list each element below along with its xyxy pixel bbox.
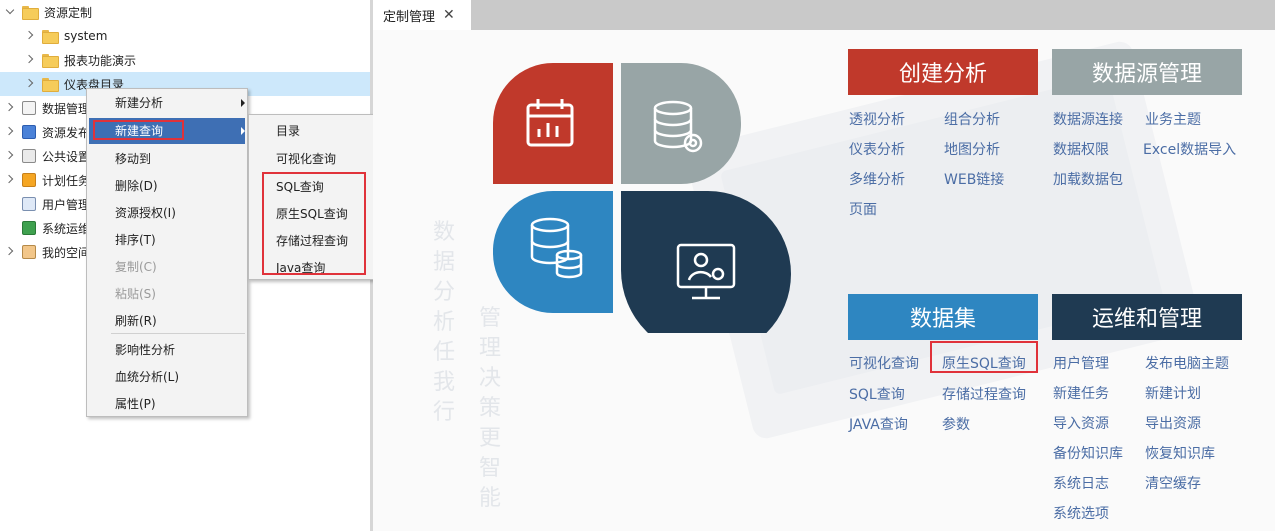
- ops-management-button[interactable]: 运维和管理: [1052, 294, 1242, 340]
- link-pivot-analysis[interactable]: 透视分析: [849, 109, 905, 129]
- petal-analysis: [493, 63, 613, 184]
- menu-item-delete[interactable]: 删除(D): [89, 173, 245, 199]
- link-parameters[interactable]: 参数: [942, 414, 970, 434]
- menu-item-sort[interactable]: 排序(T): [89, 227, 245, 253]
- link-import-resource[interactable]: 导入资源: [1053, 413, 1109, 433]
- settings-icon: [22, 149, 36, 163]
- link-data-permission[interactable]: 数据权限: [1053, 139, 1109, 159]
- link-dashboard-analysis[interactable]: 仪表分析: [849, 139, 905, 159]
- menu-item-paste: 粘贴(S): [115, 287, 156, 301]
- link-new-schedule[interactable]: 新建计划: [1145, 383, 1201, 403]
- menu-item-new-query[interactable]: 新建查询: [89, 118, 245, 144]
- menu-item-properties[interactable]: 属性(P): [89, 391, 245, 417]
- menu-item-refresh[interactable]: 刷新(R): [89, 308, 245, 334]
- link-new-task[interactable]: 新建任务: [1053, 383, 1109, 403]
- chevron-right-icon[interactable]: [24, 48, 36, 72]
- tree-item-label: 公共设置: [42, 149, 91, 164]
- link-page[interactable]: 页面: [849, 199, 877, 219]
- link-datasource-connection[interactable]: 数据源连接: [1053, 109, 1123, 129]
- close-icon[interactable]: ✕: [443, 7, 455, 23]
- menu-item-move-to[interactable]: 移动到: [89, 146, 245, 172]
- link-stored-procedure-query[interactable]: 存储过程查询: [942, 384, 1026, 404]
- chevron-right-icon[interactable]: [4, 168, 16, 192]
- watermark-slogan-1: 数据分析任我行: [432, 220, 455, 425]
- link-map-analysis[interactable]: 地图分析: [944, 139, 1000, 159]
- menu-item-new-analysis[interactable]: 新建分析: [89, 90, 245, 116]
- chevron-down-icon[interactable]: [4, 0, 16, 24]
- data-management-icon: [22, 101, 36, 115]
- schedule-icon: [22, 173, 36, 187]
- tree-item-label: 系统运维: [42, 221, 91, 236]
- tree-item-system[interactable]: system: [0, 24, 370, 48]
- folder-icon: [42, 77, 59, 92]
- link-native-sql-query[interactable]: 原生SQL查询: [942, 353, 1026, 373]
- link-user-management[interactable]: 用户管理: [1053, 353, 1109, 373]
- link-backup-repository[interactable]: 备份知识库: [1053, 443, 1123, 463]
- menu-item-impact-analysis[interactable]: 影响性分析: [89, 337, 245, 363]
- link-excel-import[interactable]: Excel数据导入: [1143, 139, 1236, 159]
- link-multidim-analysis[interactable]: 多维分析: [849, 169, 905, 189]
- system-ops-icon: [22, 221, 36, 235]
- tab-custom-management[interactable]: 定制管理 ✕: [373, 0, 471, 30]
- chevron-right-icon[interactable]: [24, 72, 36, 96]
- dataset-button[interactable]: 数据集: [848, 294, 1038, 340]
- link-visual-query[interactable]: 可视化查询: [849, 353, 919, 373]
- tree-item-label: 用户管理: [42, 197, 91, 212]
- link-load-data-package[interactable]: 加载数据包: [1053, 169, 1123, 189]
- tree-root[interactable]: 资源定制: [0, 0, 370, 24]
- menu-item-copy: 复制(C): [115, 260, 157, 274]
- tree-item-label: system: [64, 29, 108, 43]
- datasource-management-button[interactable]: 数据源管理: [1052, 49, 1242, 95]
- folder-icon: [42, 29, 59, 44]
- tree-item-label: 数据管理: [42, 101, 91, 116]
- link-restore-repository[interactable]: 恢复知识库: [1145, 443, 1215, 463]
- watermark-slogan-2: 管理决策更智能: [478, 306, 501, 511]
- tree-item-label: 我的空间: [42, 245, 91, 260]
- link-system-log[interactable]: 系统日志: [1053, 473, 1109, 493]
- tree-item-label: 资源发布: [42, 125, 91, 140]
- link-publish-pc-theme[interactable]: 发布电脑主题: [1145, 353, 1229, 373]
- link-clear-cache[interactable]: 清空缓存: [1145, 473, 1201, 493]
- chevron-right-icon[interactable]: [4, 120, 16, 144]
- tree-item-label: 计划任务: [42, 173, 91, 188]
- create-analysis-button[interactable]: 创建分析: [848, 49, 1038, 95]
- submenu-arrow-icon: [241, 127, 245, 135]
- link-business-theme[interactable]: 业务主题: [1145, 109, 1201, 129]
- locked-folder-icon: [42, 53, 59, 68]
- link-sql-query[interactable]: SQL查询: [849, 384, 905, 404]
- link-system-options[interactable]: 系统选项: [1053, 503, 1109, 523]
- main-panel: 数据分析任我行 管理决策更智能 创建分析 数据源管理 数据集 运维和管理 透视分…: [373, 30, 1275, 531]
- chevron-right-icon[interactable]: [24, 24, 36, 48]
- chevron-right-icon[interactable]: [4, 144, 16, 168]
- feature-flower-graphic: [493, 63, 791, 333]
- link-combined-analysis[interactable]: 组合分析: [944, 109, 1000, 129]
- tree-root-label: 资源定制: [44, 5, 93, 20]
- link-export-resource[interactable]: 导出资源: [1145, 413, 1201, 433]
- menu-item-lineage-analysis[interactable]: 血统分析(L): [89, 364, 245, 390]
- tab-label: 定制管理: [383, 9, 436, 25]
- menu-item-authorize[interactable]: 资源授权(I): [89, 200, 245, 226]
- chevron-right-icon[interactable]: [4, 96, 16, 120]
- link-java-query[interactable]: JAVA查询: [849, 414, 908, 434]
- tree-item-report-demo[interactable]: 报表功能演示: [0, 48, 370, 72]
- menu-separator: [111, 333, 245, 334]
- submenu-arrow-icon: [241, 99, 245, 107]
- chevron-right-icon[interactable]: [4, 240, 16, 264]
- tree-item-label: 报表功能演示: [64, 53, 137, 68]
- publish-icon: [22, 125, 36, 139]
- my-space-icon: [22, 245, 36, 259]
- context-menu: 新建分析 新建查询 移动到 删除(D) 资源授权(I) 排序(T) 复制(C) …: [86, 88, 248, 417]
- link-web-link[interactable]: WEB链接: [944, 169, 1004, 189]
- petal-dataset: [493, 191, 613, 313]
- folder-icon: [22, 5, 39, 20]
- user-management-icon: [22, 197, 36, 211]
- tab-bar: [373, 0, 1275, 30]
